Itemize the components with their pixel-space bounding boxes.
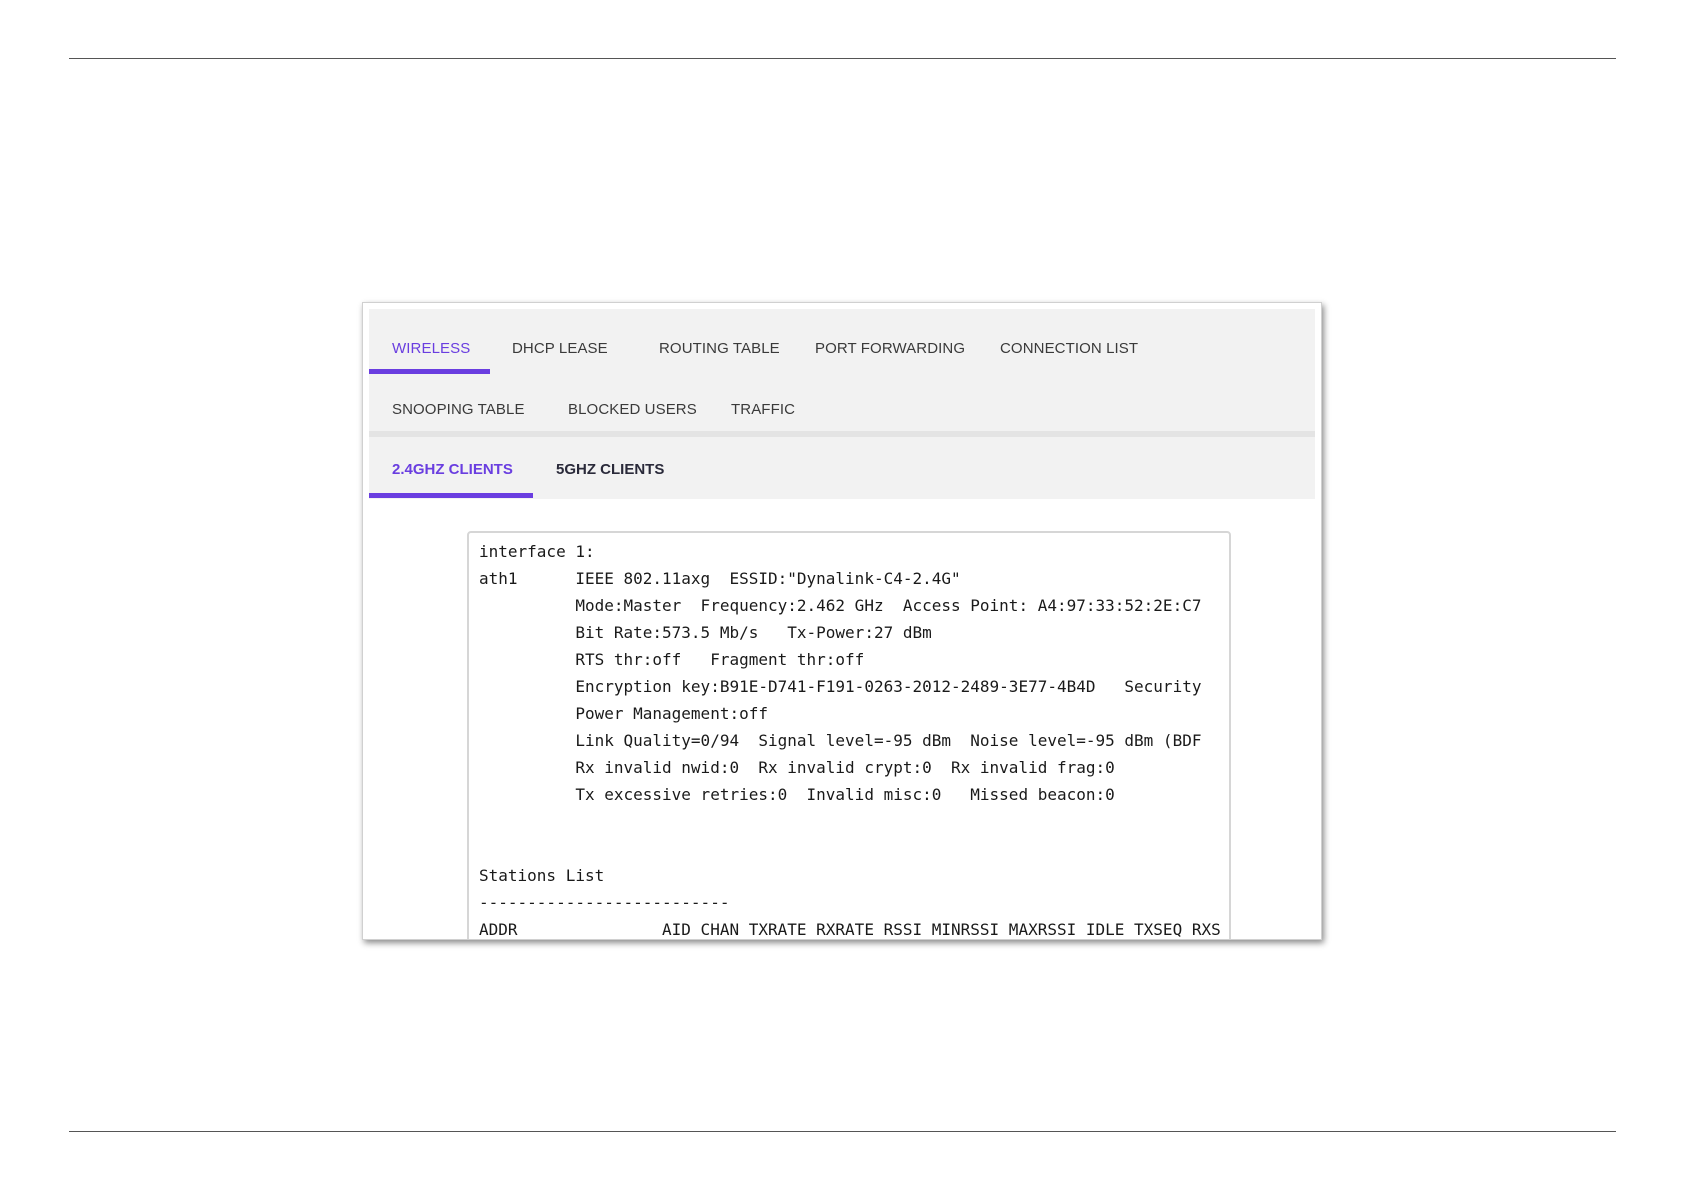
console-line: Link Quality=0/94 Signal level=-95 dBm N… — [479, 731, 1202, 750]
console-line: RTS thr:off Fragment thr:off — [479, 650, 865, 669]
subtab-5ghz-clients[interactable]: 5GHZ CLIENTS — [556, 461, 664, 478]
console-line: Power Management:off — [479, 704, 768, 723]
console-line-stations-header: ADDR AID CHAN TXRATE RXRATE RSSI MINRSSI… — [479, 920, 1221, 939]
active-subtab-indicator — [369, 493, 533, 498]
active-tab-indicator — [369, 369, 490, 374]
main-tab-bar: WIRELESS DHCP LEASE ROUTING TABLE PORT F… — [369, 309, 1315, 431]
subtab-24ghz-clients[interactable]: 2.4GHZ CLIENTS — [392, 461, 513, 478]
console-line: Rx invalid nwid:0 Rx invalid crypt:0 Rx … — [479, 758, 1115, 777]
tab-blocked-users[interactable]: BLOCKED USERS — [568, 401, 697, 418]
page-bottom-rule — [69, 1131, 1616, 1132]
console-line: Encryption key:B91E-D741-F191-0263-2012-… — [479, 677, 1202, 696]
console-line: ath1 IEEE 802.11axg ESSID:"Dynalink-C4-2… — [479, 569, 961, 588]
tab-dhcp-lease[interactable]: DHCP LEASE — [512, 340, 608, 357]
console-line: Mode:Master Frequency:2.462 GHz Access P… — [479, 596, 1202, 615]
tab-port-forwarding[interactable]: PORT FORWARDING — [815, 340, 965, 357]
tab-connection-list[interactable]: CONNECTION LIST — [1000, 340, 1138, 357]
router-status-screenshot: WIRELESS DHCP LEASE ROUTING TABLE PORT F… — [362, 302, 1322, 940]
sub-tab-bar: 2.4GHZ CLIENTS 5GHZ CLIENTS — [369, 437, 1315, 499]
page-top-rule — [69, 58, 1616, 59]
console-line-divider: -------------------------- — [479, 893, 730, 912]
wireless-info-console[interactable]: interface 1: ath1 IEEE 802.11axg ESSID:"… — [467, 531, 1231, 939]
tab-wireless[interactable]: WIRELESS — [392, 340, 470, 357]
tab-routing-table[interactable]: ROUTING TABLE — [659, 340, 780, 357]
tab-traffic[interactable]: TRAFFIC — [731, 401, 795, 418]
console-line-stations-heading: Stations List — [479, 866, 605, 885]
console-line: interface 1: — [479, 542, 595, 561]
status-panel: WIRELESS DHCP LEASE ROUTING TABLE PORT F… — [369, 309, 1315, 939]
console-line: Bit Rate:573.5 Mb/s Tx-Power:27 dBm — [479, 623, 932, 642]
console-line: Tx excessive retries:0 Invalid misc:0 Mi… — [479, 785, 1115, 804]
tab-snooping-table[interactable]: SNOOPING TABLE — [392, 401, 525, 418]
